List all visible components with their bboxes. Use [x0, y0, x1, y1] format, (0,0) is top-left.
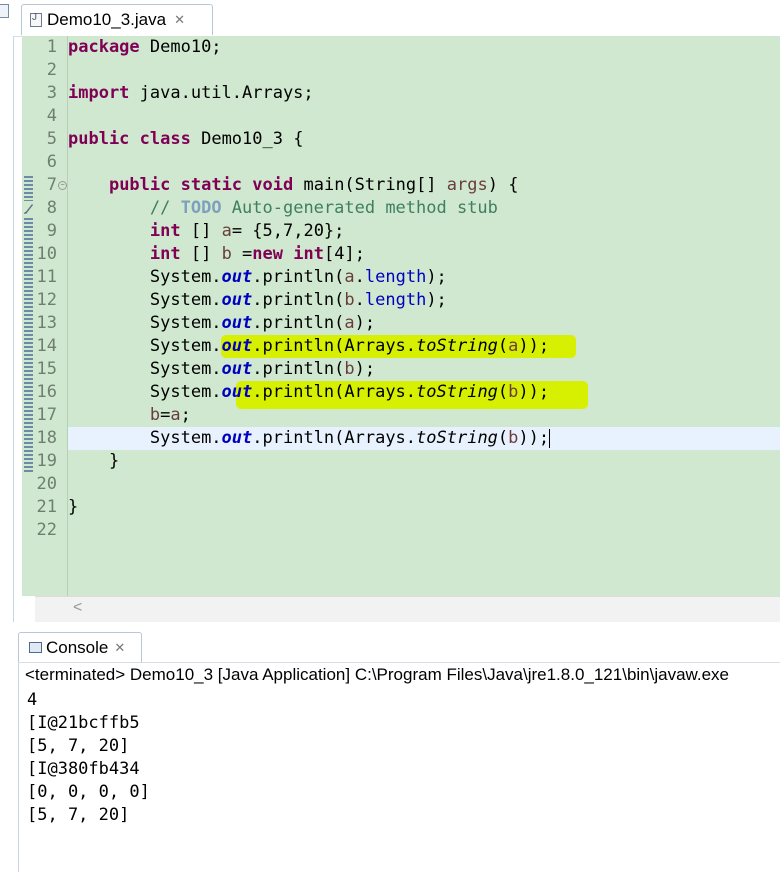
code-line-7: public static void main(String[] args) { [108, 175, 519, 195]
console-status: <terminated> Demo10_3 [Java Application]… [25, 665, 730, 684]
code-line-13: System.out.println(a); [149, 313, 376, 333]
editor-tab-bar: Demo10_3.java ✕ [13, 0, 780, 37]
console-tab-bar: Console ✕ [18, 630, 780, 663]
code-line-12: System.out.println(b.length); [149, 290, 447, 310]
left-view-strip [0, 0, 14, 630]
line-number: 21 [36, 497, 57, 517]
editor-tab-label: Demo10_3.java [47, 10, 167, 29]
code-line-5: public class Demo10_3 { [68, 129, 304, 149]
line-number: 2 [46, 60, 57, 80]
code-line-21: } [68, 497, 79, 517]
console-line: [5, 7, 20] [27, 805, 130, 825]
overview-ruler [22, 36, 35, 596]
line-number: 13 [36, 313, 57, 333]
editor-tab-demo10-3[interactable]: Demo10_3.java ✕ [21, 4, 213, 35]
console-line: [I@380fb434 [27, 759, 140, 779]
line-number: 20 [36, 474, 57, 494]
code-line-11: System.out.println(a.length); [149, 267, 447, 287]
code-line-19: } [68, 451, 120, 471]
code-line-17: b=a; [149, 405, 191, 425]
view-edge-icon [0, 4, 9, 18]
close-icon[interactable]: ✕ [174, 12, 185, 28]
line-number: 22 [36, 520, 57, 540]
line-number: 1 [46, 37, 57, 57]
chevron-left-icon[interactable]: < [73, 599, 82, 617]
line-number: 10 [36, 244, 57, 264]
line-number: 3 [46, 83, 57, 103]
console-line: [I@21bcffb5 [27, 713, 140, 733]
line-number: 4 [46, 106, 57, 126]
edit-marker-icon [23, 201, 34, 215]
code-line-1: package Demo10; [68, 37, 222, 57]
line-number: 18 [36, 428, 57, 448]
text-caret [549, 428, 551, 448]
line-number: 14 [36, 336, 57, 356]
code-line-3: import java.util.Arrays; [68, 83, 314, 103]
change-marker [24, 216, 33, 472]
code-line-8: // TODO Auto-generated method stub [149, 198, 498, 218]
line-number: 11 [36, 267, 57, 287]
code-editor[interactable]: 1 2 3 4 5 6 7 − 8 9 10 11 12 13 14 15 16… [22, 36, 780, 596]
code-line-16: System.out.println(Arrays.toString(b)); [149, 382, 550, 402]
line-number: 8 [46, 198, 57, 218]
console-tab-label: Console [46, 637, 109, 657]
close-icon[interactable]: ✕ [114, 640, 125, 656]
line-number: 15 [36, 359, 57, 379]
code-line-9: int [] a= {5,7,20}; [149, 221, 345, 241]
fold-collapse-icon[interactable]: − [58, 181, 67, 190]
line-number: 7 [46, 175, 57, 195]
java-file-icon [30, 12, 42, 27]
line-number: 9 [46, 221, 57, 241]
code-line-14: System.out.println(Arrays.toString(a)); [149, 336, 550, 356]
code-line-15: System.out.println(b); [149, 359, 376, 379]
console-icon [29, 642, 42, 653]
code-text-area[interactable]: package Demo10; import java.util.Arrays;… [68, 36, 780, 596]
line-number: 19 [36, 451, 57, 471]
code-line-18: System.out.println(Arrays.toString(b)); [149, 428, 551, 448]
line-number: 6 [46, 152, 57, 172]
panel-separator [13, 622, 780, 630]
line-number: 17 [36, 405, 57, 425]
line-number: 12 [36, 290, 57, 310]
console-line: [5, 7, 20] [27, 736, 130, 756]
console-line: 4 [27, 690, 38, 710]
console-tab[interactable]: Console ✕ [18, 632, 142, 662]
code-line-10: int [] b =new int[4]; [149, 244, 365, 264]
line-number: 5 [46, 129, 57, 149]
horizontal-scrollbar[interactable]: < [35, 596, 780, 623]
line-number-gutter: 1 2 3 4 5 6 7 − 8 9 10 11 12 13 14 15 16… [35, 36, 68, 596]
console-line: [0, 0, 0, 0] [27, 782, 150, 802]
console-output[interactable]: <terminated> Demo10_3 [Java Application]… [18, 663, 780, 872]
line-number: 16 [36, 382, 57, 402]
